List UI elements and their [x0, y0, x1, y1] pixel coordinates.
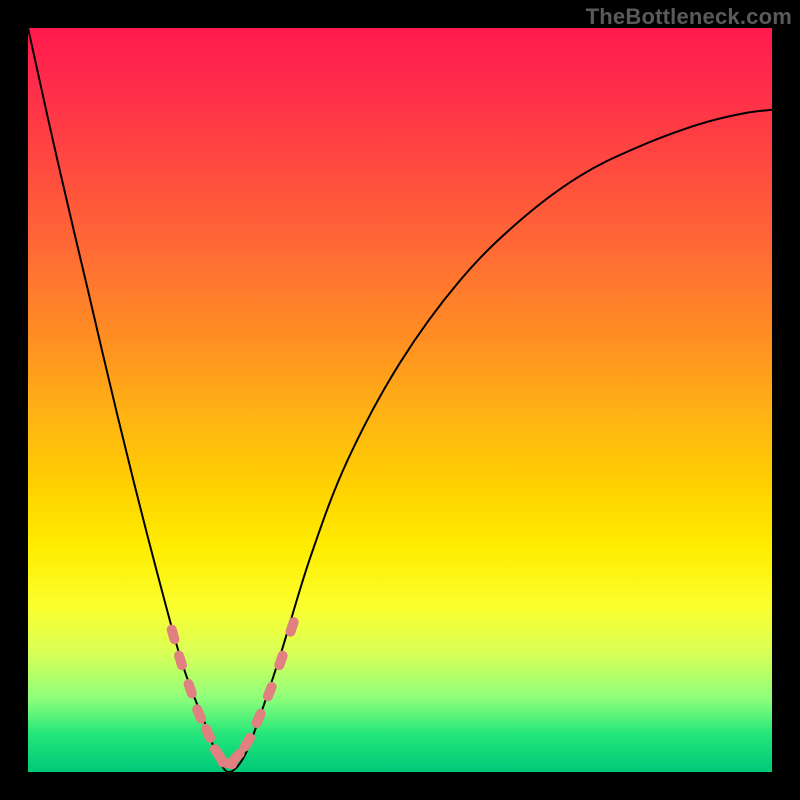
bead-marker [182, 678, 198, 700]
bottleneck-curve [28, 28, 772, 772]
bead-marker [262, 680, 279, 702]
chart-frame: TheBottleneck.com [0, 0, 800, 800]
bottleneck-curve-svg [28, 28, 772, 772]
bead-marker [199, 722, 217, 744]
beads-group [166, 616, 300, 770]
bead-marker [284, 616, 300, 638]
bead-marker [166, 623, 181, 645]
watermark-text: TheBottleneck.com [586, 4, 792, 30]
bead-marker [250, 707, 267, 729]
bead-marker [173, 649, 189, 671]
bead-marker [273, 649, 289, 671]
plot-area [28, 28, 772, 772]
